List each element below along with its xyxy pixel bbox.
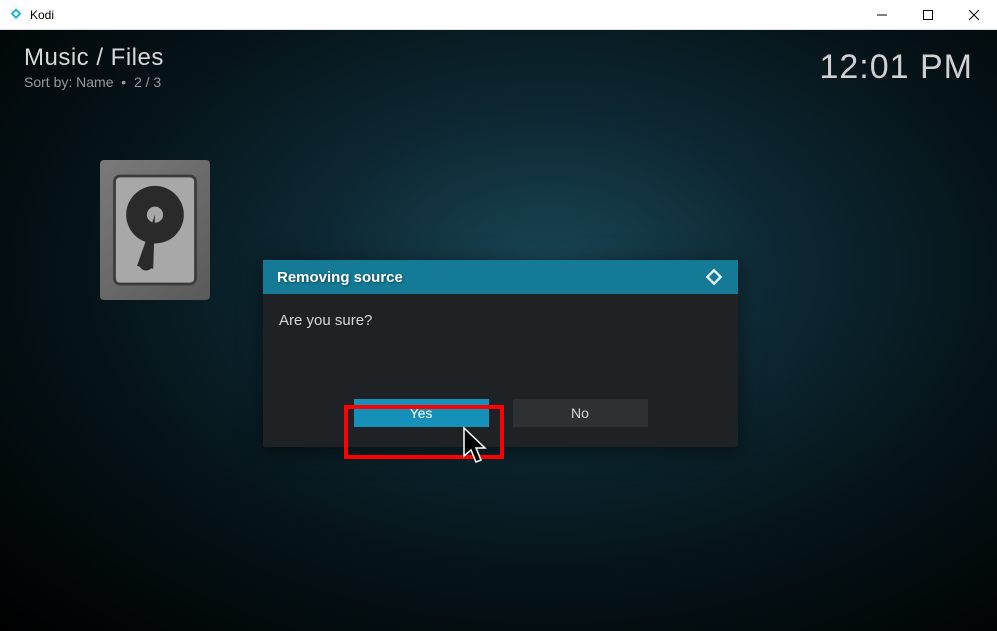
window-titlebar: Kodi bbox=[0, 0, 997, 30]
close-button[interactable] bbox=[951, 0, 997, 30]
yes-button[interactable]: Yes bbox=[354, 399, 489, 427]
dialog-body: Are you sure? bbox=[263, 294, 738, 399]
page-indicator: 2 / 3 bbox=[134, 74, 161, 90]
kodi-icon bbox=[8, 7, 24, 23]
dialog-header: Removing source bbox=[263, 260, 738, 294]
hard-drive-icon bbox=[100, 160, 210, 300]
sort-separator: • bbox=[117, 74, 134, 90]
dialog-title: Removing source bbox=[277, 269, 403, 286]
window-controls bbox=[859, 0, 997, 30]
sort-label: Sort by: Name bbox=[24, 74, 113, 90]
dialog-buttons: Yes No bbox=[263, 399, 738, 447]
sort-line: Sort by: Name • 2 / 3 bbox=[24, 74, 164, 90]
window-title: Kodi bbox=[30, 8, 859, 22]
kodi-logo-icon bbox=[704, 267, 724, 287]
app-content: Music / Files Sort by: Name • 2 / 3 12:0… bbox=[0, 30, 997, 631]
confirm-dialog: Removing source Are you sure? Yes No bbox=[263, 260, 738, 447]
maximize-button[interactable] bbox=[905, 0, 951, 30]
breadcrumb: Music / Files bbox=[24, 44, 164, 72]
dialog-message: Are you sure? bbox=[279, 312, 722, 329]
minimize-button[interactable] bbox=[859, 0, 905, 30]
no-button[interactable]: No bbox=[513, 399, 648, 427]
header-area: Music / Files Sort by: Name • 2 / 3 bbox=[24, 44, 164, 90]
clock: 12:01 PM bbox=[819, 48, 973, 87]
